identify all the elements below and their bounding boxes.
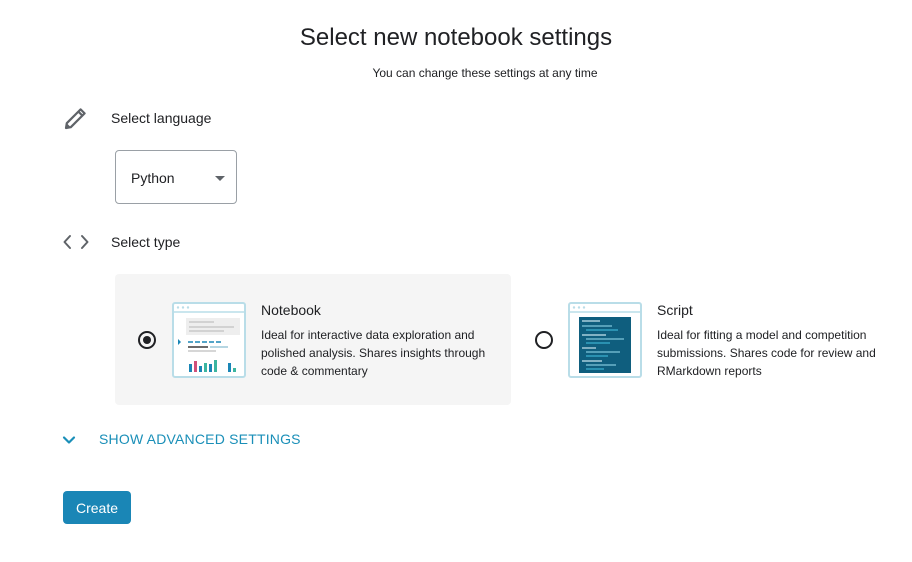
create-button[interactable]: Create <box>63 491 131 524</box>
show-advanced-settings-label: SHOW ADVANCED SETTINGS <box>99 431 301 447</box>
select-type-label: Select type <box>111 234 181 250</box>
notebook-description: Ideal for interactive data exploration a… <box>261 328 486 378</box>
code-brackets-icon <box>63 235 89 249</box>
notebook-radio[interactable] <box>138 331 156 349</box>
chevron-down-icon <box>62 436 76 444</box>
script-preview-icon <box>568 302 642 378</box>
type-option-notebook[interactable]: Notebook Ideal for interactive data expl… <box>115 274 511 405</box>
page-subtitle: You can change these settings at any tim… <box>372 66 598 80</box>
caret-down-icon <box>215 176 225 181</box>
language-select[interactable]: Python <box>115 150 237 204</box>
language-select-value: Python <box>131 170 175 186</box>
script-radio[interactable] <box>535 331 553 349</box>
radio-dot <box>143 336 151 344</box>
script-description: Ideal for fitting a model and competitio… <box>657 328 876 378</box>
notebook-title: Notebook <box>261 302 321 318</box>
notebook-preview-icon <box>172 302 246 378</box>
script-title: Script <box>657 302 693 318</box>
page-title: Select new notebook settings <box>299 24 613 51</box>
select-language-label: Select language <box>111 110 212 126</box>
pencil-icon <box>64 108 86 130</box>
type-option-script[interactable]: Script Ideal for fitting a model and com… <box>511 274 901 405</box>
